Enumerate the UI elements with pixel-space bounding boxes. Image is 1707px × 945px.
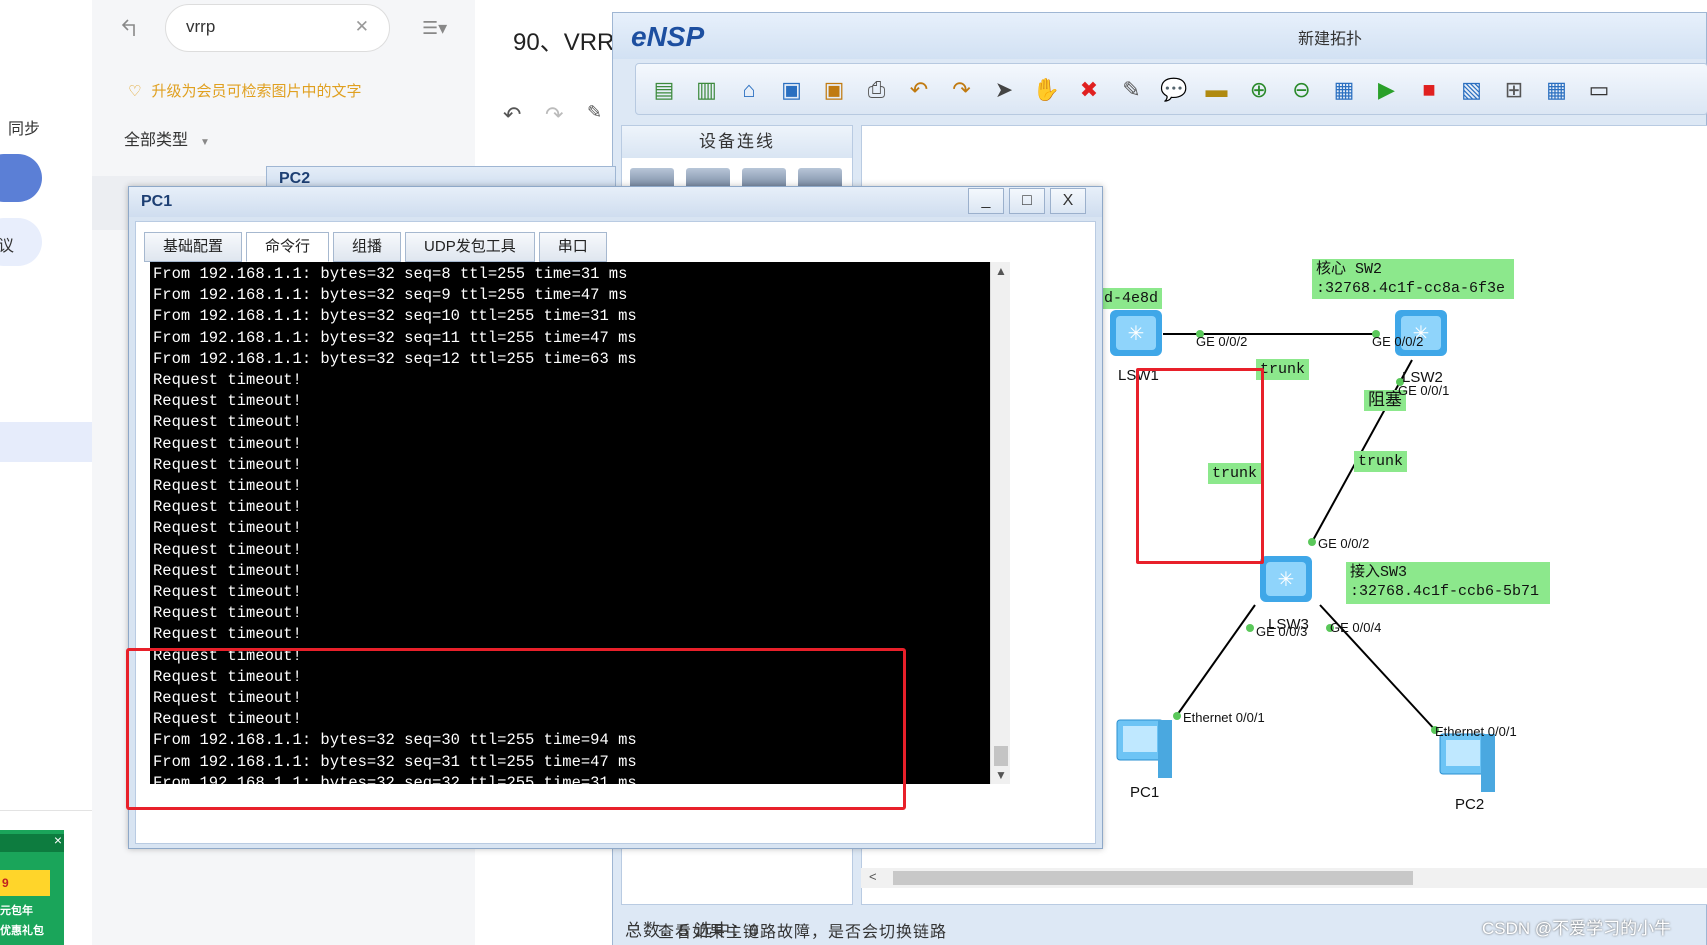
chevron-up-icon[interactable]: ▲ xyxy=(995,264,1007,278)
pc-icon[interactable] xyxy=(1439,733,1495,792)
port-label: GE 0/0/2 xyxy=(1196,334,1248,349)
port-label: GE 0/0/2 xyxy=(1318,536,1370,551)
watermark: CSDN @不爱学习的小牛 xyxy=(1482,919,1672,938)
console-line: Request timeout! xyxy=(153,371,302,390)
console-line: From 192.168.1.1: bytes=32 seq=11 ttl=25… xyxy=(153,328,637,347)
console-line: Request timeout! xyxy=(153,455,302,474)
console-line: Request timeout! xyxy=(153,561,302,580)
chevron-down-icon[interactable]: ▼ xyxy=(995,768,1007,782)
device-label-lsw3: LSW3 xyxy=(1268,616,1309,633)
device-label-lsw2: LSW2 xyxy=(1402,369,1443,386)
port-dot xyxy=(1246,624,1254,632)
tab-4[interactable]: 串口 xyxy=(538,232,607,262)
sw2-info-label[interactable]: 核心 SW2 :32768.4c1f-cc8a-6f3e xyxy=(1312,259,1514,299)
console-line: Request timeout! xyxy=(153,519,302,538)
pc1-title: PC1 xyxy=(141,193,173,210)
document-text: 查看如果主链路故障，是否会切换链路 xyxy=(658,924,948,941)
trunk-label[interactable]: trunk xyxy=(1354,451,1408,472)
vertical-scrollbar[interactable]: ▲ ▼ xyxy=(990,262,1010,784)
scroll-thumb[interactable] xyxy=(994,746,1008,766)
switch-icon[interactable]: ✳ xyxy=(1110,310,1162,356)
console-line: Request timeout! xyxy=(153,477,302,496)
highlight-box xyxy=(126,648,906,810)
port-label: GE 0/0/4 xyxy=(1330,620,1382,635)
sw1-mac-label[interactable]: d-4e8d xyxy=(1100,288,1163,309)
pc-icon[interactable] xyxy=(1116,719,1172,778)
svg-text:✳: ✳ xyxy=(1278,569,1295,591)
tab-0[interactable]: 基础配置 xyxy=(144,232,243,262)
tab-1[interactable]: 命令行 xyxy=(246,232,330,262)
console-line: Request timeout! xyxy=(153,434,302,453)
console-line: Request timeout! xyxy=(153,540,302,559)
console-line: From 192.168.1.1: bytes=32 seq=10 ttl=25… xyxy=(153,307,637,326)
console-line: Request timeout! xyxy=(153,392,302,411)
device-label-pc2: PC2 xyxy=(1455,796,1485,813)
maximize-button[interactable]: □ xyxy=(1009,188,1045,214)
tab-2[interactable]: 组播 xyxy=(333,232,402,262)
port-dot xyxy=(1173,712,1181,720)
svg-text:✳: ✳ xyxy=(1128,323,1145,345)
pc1-titlebar[interactable]: PC1 _ □ X xyxy=(129,187,1102,217)
console-line: Request timeout! xyxy=(153,604,302,623)
console-line: From 192.168.1.1: bytes=32 seq=8 ttl=255… xyxy=(153,265,628,283)
link-sw3-pc1[interactable] xyxy=(1174,604,1256,719)
pc1-tabs: 基础配置 命令行 组播 UDP发包工具 串口 xyxy=(144,232,607,262)
tab-3[interactable]: UDP发包工具 xyxy=(405,232,535,262)
port-label: Ethernet 0/0/1 xyxy=(1435,724,1517,739)
console-line: Request timeout! xyxy=(153,583,302,602)
console-line: From 192.168.1.1: bytes=32 seq=9 ttl=255… xyxy=(153,286,628,305)
minimize-button[interactable]: _ xyxy=(968,188,1004,214)
highlight-box xyxy=(1136,368,1264,564)
desktop: 同步 议 × 9 元包年 优惠礼包 vrrp ✕ ☰▾ ♡ 升级为会员可检索图片中… xyxy=(0,0,1707,945)
sw3-title: 接入SW3 xyxy=(1350,564,1408,581)
sw2-title: 核心 SW2 xyxy=(1316,261,1383,278)
console-line: Request timeout! xyxy=(153,625,302,644)
sw2-mac: :32768.4c1f-cc8a-6f3e xyxy=(1316,280,1506,297)
port-dot xyxy=(1308,538,1316,546)
port-label: GE 0/0/2 xyxy=(1372,334,1424,349)
console-line: Request timeout! xyxy=(153,498,302,517)
switch-icon[interactable]: ✳ xyxy=(1260,556,1312,602)
port-label: Ethernet 0/0/1 xyxy=(1183,710,1265,725)
close-button[interactable]: X xyxy=(1050,188,1086,214)
sw3-info-label[interactable]: 接入SW3 :32768.4c1f-ccb6-5b71 xyxy=(1346,562,1550,604)
console-line: Request timeout! xyxy=(153,413,302,432)
switch-icon[interactable]: ✳ xyxy=(1395,310,1447,356)
device-label-pc1: PC1 xyxy=(1130,784,1160,801)
console-line: From 192.168.1.1: bytes=32 seq=12 ttl=25… xyxy=(153,349,637,368)
sw3-mac: :32768.4c1f-ccb6-5b71 xyxy=(1350,583,1540,600)
